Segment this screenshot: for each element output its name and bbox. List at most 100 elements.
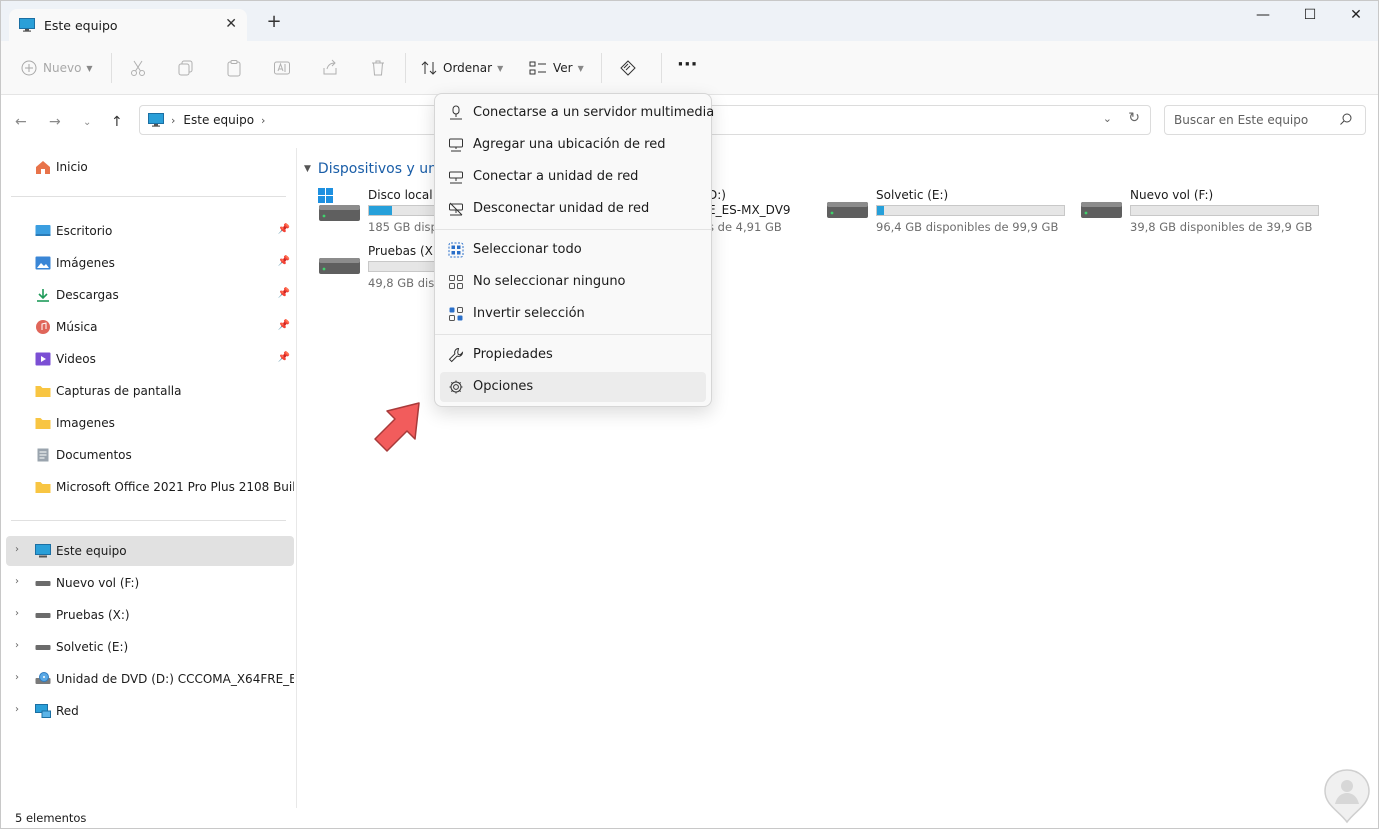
sidebar-item-pictures[interactable]: Imágenes 📌	[1, 248, 294, 278]
chevron-right-icon[interactable]: ›	[15, 576, 19, 587]
menu-item-label: Propiedades	[473, 347, 553, 362]
chevron-right-icon[interactable]: ›	[15, 608, 19, 619]
pin-icon[interactable]: 📌	[278, 320, 290, 331]
menu-item-options[interactable]: Opciones	[440, 372, 706, 402]
menu-divider	[435, 229, 711, 230]
delete-button[interactable]	[369, 59, 387, 77]
sidebar-item-label: Nuevo vol (F:)	[56, 576, 140, 590]
drive-space-text: s de 4,91 GB	[708, 220, 782, 234]
sidebar-item-home[interactable]: Inicio	[1, 152, 294, 182]
view-button[interactable]: Ver ▼	[529, 59, 584, 77]
pictures-icon	[35, 256, 51, 270]
menu-item-invert-selection[interactable]: Invertir selección	[440, 299, 706, 329]
select-none-icon	[449, 275, 463, 289]
share-button[interactable]	[321, 59, 339, 77]
sidebar-item-office[interactable]: Microsoft Office 2021 Pro Plus 2108 Buil…	[1, 472, 294, 502]
sidebar-item-label: Red	[56, 704, 79, 718]
sidebar-item-this-pc[interactable]: › Este equipo	[6, 536, 294, 566]
menu-item-map-network-drive[interactable]: Conectar a unidad de red	[440, 162, 706, 192]
more-options-button[interactable]: ···	[677, 54, 698, 75]
pin-icon[interactable]: 📌	[278, 224, 290, 235]
chevron-right-icon[interactable]: ›	[15, 544, 19, 555]
download-icon	[37, 289, 49, 302]
tab-title: Este equipo	[44, 17, 118, 33]
menu-item-label: Invertir selección	[473, 306, 585, 321]
breadcrumb[interactable]: Este equipo	[183, 113, 254, 127]
forward-arrow-icon[interactable]: →	[49, 114, 61, 130]
menu-item-select-all[interactable]: Seleccionar todo	[440, 235, 706, 265]
sidebar-item-videos[interactable]: Videos 📌	[1, 344, 294, 374]
sidebar-item-label: Escritorio	[56, 224, 113, 238]
menu-item-disconnect-network-drive[interactable]: Desconectar unidad de red	[440, 194, 706, 224]
sidebar-item-label: Videos	[56, 352, 96, 366]
sidebar-item-screenshots[interactable]: Capturas de pantalla	[1, 376, 294, 406]
menu-item-select-none[interactable]: No seleccionar ninguno	[440, 267, 706, 297]
sort-button[interactable]: Ordenar ▼	[421, 59, 503, 77]
menu-item-connect-media-server[interactable]: Conectarse a un servidor multimedia	[440, 98, 714, 128]
tab-este-equipo[interactable]: Este equipo ✕	[9, 9, 247, 41]
filter-button[interactable]	[619, 59, 637, 77]
back-arrow-icon[interactable]: ←	[15, 114, 27, 130]
solvetic-logo-icon	[1324, 769, 1370, 824]
sidebar-item-downloads[interactable]: Descargas 📌	[1, 280, 294, 310]
menu-item-add-network-location[interactable]: Agregar una ubicación de red	[440, 130, 706, 160]
sidebar-item-music[interactable]: Música 📌	[1, 312, 294, 342]
devices-section-header[interactable]: ▼ Dispositivos y uni	[304, 161, 441, 177]
sidebar-item-documents[interactable]: Documentos	[1, 440, 294, 470]
cut-button[interactable]	[129, 59, 147, 77]
new-tab-button[interactable]: +	[263, 11, 285, 32]
more-options-menu: Conectarse a un servidor multimedia Agre…	[434, 93, 714, 407]
sidebar-divider	[11, 196, 286, 197]
trash-icon	[372, 60, 384, 76]
rename-icon	[274, 61, 290, 75]
wrench-icon	[448, 347, 464, 363]
sidebar-item-drive-e[interactable]: › Solvetic (E:)	[1, 632, 294, 662]
new-button[interactable]: Nuevo ▼	[21, 59, 93, 77]
sidebar-item-network[interactable]: › Red	[1, 696, 294, 726]
paste-button[interactable]	[225, 59, 243, 77]
menu-item-label: Seleccionar todo	[473, 242, 582, 257]
command-bar: Nuevo ▼ Ordenar ▼ Ver ▼ ···	[1, 41, 1378, 95]
up-arrow-icon[interactable]: ↑	[111, 114, 123, 130]
recent-chevron-icon[interactable]: ⌄	[83, 117, 91, 128]
drive-usage-fill	[369, 206, 392, 215]
home-icon	[36, 161, 50, 174]
pin-icon[interactable]: 📌	[278, 288, 290, 299]
view-list-icon	[529, 61, 546, 75]
chevron-right-icon[interactable]: ›	[15, 704, 19, 715]
chevron-right-icon[interactable]: ›	[15, 640, 19, 651]
menu-item-label: Desconectar unidad de red	[473, 201, 650, 216]
drive-tile-e[interactable]: Solvetic (E:) 96,4 GB disponibles de 99,…	[826, 188, 1066, 238]
rename-button[interactable]	[273, 59, 291, 77]
search-input[interactable]: Buscar en Este equipo	[1164, 105, 1366, 135]
close-tab-icon[interactable]: ✕	[225, 16, 237, 32]
drive-tile-f[interactable]: Nuevo vol (F:) 39,8 GB disponibles de 39…	[1080, 188, 1320, 238]
sidebar-item-label: Imágenes	[56, 256, 115, 270]
eraser-icon	[620, 60, 636, 76]
drive-name: Disco local (	[368, 188, 442, 202]
gear-icon	[449, 380, 463, 394]
refresh-icon[interactable]: ↻	[1128, 110, 1140, 126]
view-button-label: Ver	[553, 61, 573, 75]
sidebar-item-dvd-drive[interactable]: › Unidad de DVD (D:) CCCOMA_X64FRE_ES-MX	[1, 664, 294, 694]
pin-icon[interactable]: 📌	[278, 256, 290, 267]
minimize-button[interactable]: —	[1248, 7, 1278, 27]
copy-icon	[178, 60, 193, 76]
sidebar-item-drive-f[interactable]: › Nuevo vol (F:)	[1, 568, 294, 598]
chevron-down-icon: ▼	[497, 63, 504, 73]
chevron-right-icon[interactable]: ›	[15, 672, 19, 683]
sidebar-item-drive-x[interactable]: › Pruebas (X:)	[1, 600, 294, 630]
address-dropdown-icon[interactable]: ⌄	[1103, 112, 1112, 125]
menu-item-label: Conectar a unidad de red	[473, 169, 639, 184]
copy-button[interactable]	[177, 59, 195, 77]
chevron-down-icon: ▼	[86, 63, 93, 73]
close-window-button[interactable]: ✕	[1341, 7, 1371, 27]
pin-icon[interactable]: 📌	[278, 352, 290, 363]
breadcrumb-chevron-icon[interactable]: ›	[261, 114, 265, 127]
menu-divider	[435, 334, 711, 335]
menu-item-properties[interactable]: Propiedades	[440, 340, 706, 370]
sidebar-item-imagenes[interactable]: Imagenes	[1, 408, 294, 438]
menu-item-label: Agregar una ubicación de red	[473, 137, 666, 152]
sidebar-item-desktop[interactable]: Escritorio 📌	[1, 216, 294, 246]
maximize-button[interactable]: ☐	[1295, 7, 1325, 27]
